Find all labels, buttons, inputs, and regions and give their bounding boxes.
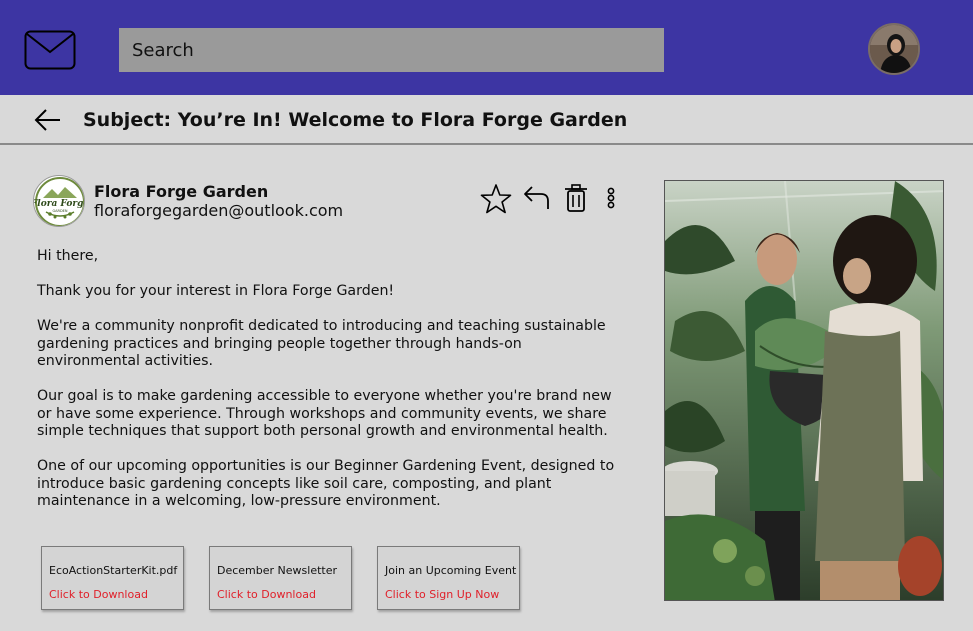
sign-up-link[interactable]: Click to Sign Up Now [385,588,499,601]
email-paragraph: Hi there, [37,248,99,264]
download-link[interactable]: Click to Download [49,588,148,601]
attachment-card-starter-kit[interactable]: EcoActionStarterKit.pdf Click to Downloa… [41,546,184,610]
more-vertical-icon[interactable] [604,183,618,213]
download-link[interactable]: Click to Download [217,588,316,601]
attachment-card-newsletter[interactable]: December Newsletter Click to Download [209,546,352,610]
svg-text:Flora Forge: Flora Forge [34,199,85,209]
top-bar [0,0,973,95]
email-paragraph: We're a community nonprofit dedicated to… [37,318,606,369]
reply-icon[interactable] [523,183,551,211]
sender-name: Flora Forge Garden [94,182,269,201]
star-icon[interactable] [480,183,512,215]
search-input[interactable] [119,28,664,72]
garden-photo [664,180,944,601]
email-paragraph: Our goal is to make gardening accessible… [37,388,612,439]
email-paragraph: Thank you for your interest in Flora For… [37,283,395,299]
avatar[interactable] [868,23,920,75]
sender-logo: Flora Forge GARDEN [33,175,85,227]
email-body: Hi there, Thank you for your interest in… [37,248,627,528]
email-subject: Subject: You’re In! Welcome to Flora For… [83,109,628,131]
attachment-card-event[interactable]: Join an Upcoming Event Click to Sign Up … [377,546,520,610]
attachment-title: Join an Upcoming Event [385,564,517,577]
attachment-title: December Newsletter [217,564,338,577]
subject-bar: Subject: You’re In! Welcome to Flora For… [0,95,973,145]
email-paragraph: One of our upcoming opportunities is our… [37,458,615,509]
sender-email: floraforgegarden@outlook.com [94,201,344,220]
svg-text:GARDEN: GARDEN [52,209,67,213]
mail-icon[interactable] [24,30,76,70]
trash-icon[interactable] [563,183,589,213]
back-arrow-icon[interactable] [34,108,62,132]
attachment-title: EcoActionStarterKit.pdf [49,564,178,577]
